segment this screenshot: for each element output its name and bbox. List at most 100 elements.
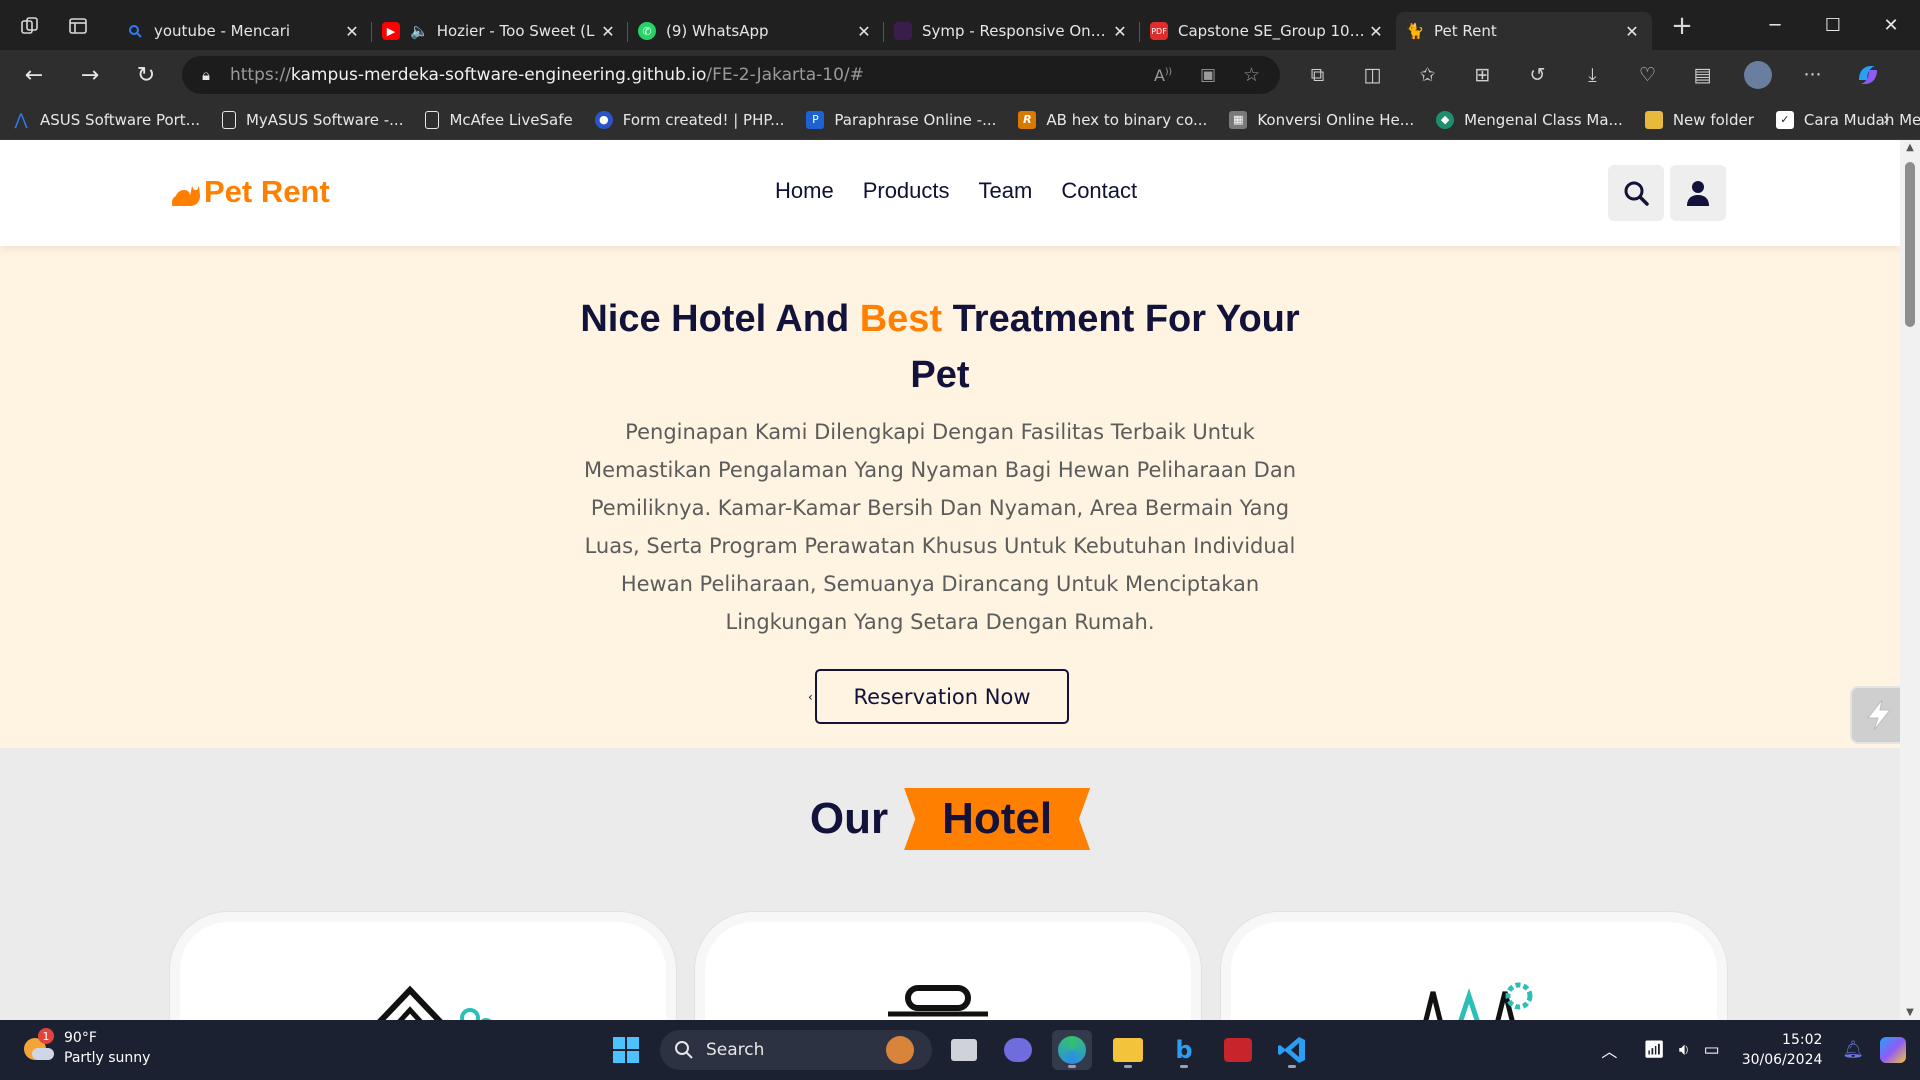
bookmark-label: Mengenal Class Ma...	[1464, 110, 1623, 129]
close-tab-icon[interactable]: ✕	[342, 22, 362, 41]
address-input[interactable]: 🔒︎ https://kampus-merdeka-software-engin…	[182, 56, 1280, 94]
close-window-icon[interactable]: ✕	[1862, 0, 1920, 50]
bookmark-item[interactable]: ✓ Cara Mudah Memb...	[1775, 110, 1920, 129]
weather-widget[interactable]: 1 90°F Partly sunny	[22, 1028, 150, 1068]
close-tab-icon[interactable]: ✕	[598, 22, 618, 41]
browser-tab[interactable]: youtube - Mencari ✕	[116, 12, 372, 50]
bookmark-label: Konversi Online He...	[1257, 110, 1415, 129]
reservation-button[interactable]: Reservation Now	[815, 669, 1069, 724]
nav-products[interactable]: Products	[863, 178, 950, 204]
split-screen-icon[interactable]: ◫	[1345, 50, 1400, 100]
bookmark-item[interactable]: ⋀ ASUS Software Port...	[12, 110, 200, 129]
hotel-section: Our Hotel	[0, 748, 1900, 1020]
user-button[interactable]	[1670, 165, 1726, 221]
cat-logo-icon	[172, 186, 200, 207]
hotel-card[interactable]	[170, 912, 676, 1020]
tab-actions-icon[interactable]	[60, 8, 96, 44]
more-options-icon[interactable]: ···	[1785, 50, 1840, 100]
clock-time: 15:02	[1782, 1032, 1823, 1048]
workspaces-icon[interactable]	[12, 8, 48, 44]
favorite-star-icon[interactable]: ☆	[1243, 64, 1260, 86]
maximize-icon[interactable]: ☐	[1804, 0, 1862, 50]
sidebar-toggle-icon[interactable]: ▤	[1675, 50, 1730, 100]
bookmark-item[interactable]: P Paraphrase Online -...	[806, 110, 996, 129]
edge-icon[interactable]	[1052, 1030, 1092, 1070]
bookmark-item[interactable]: ▦ Konversi Online He...	[1229, 110, 1415, 129]
grooming-tools-icon	[1423, 982, 1533, 1020]
brand-logo[interactable]: Pet Rent	[170, 174, 330, 210]
favorites-icon[interactable]: ✩	[1400, 50, 1455, 100]
immersive-reader-icon[interactable]: ▣	[1200, 65, 1216, 85]
nav-team[interactable]: Team	[979, 178, 1033, 204]
show-hidden-icons-chevron-icon[interactable]: ︿	[1601, 1038, 1617, 1062]
close-tab-icon[interactable]: ✕	[1366, 22, 1386, 41]
tab-label: Pet Rent	[1434, 22, 1497, 40]
browser-tab-bar: youtube - Mencari ✕ ▶ 🔈 Hozier - Too Swe…	[0, 0, 1920, 50]
extensions-icon[interactable]: ⧉	[1290, 50, 1345, 100]
search-icon	[1624, 181, 1649, 206]
mendeley-icon[interactable]	[1218, 1030, 1258, 1070]
forward-icon[interactable]: →	[62, 50, 118, 100]
copilot-icon[interactable]	[1840, 50, 1895, 100]
back-icon[interactable]: ←	[6, 50, 62, 100]
bookmark-item[interactable]: R AB hex to binary co...	[1018, 110, 1207, 129]
refresh-icon[interactable]: ↻	[118, 50, 174, 100]
browser-essentials-icon[interactable]: ♡	[1620, 50, 1675, 100]
page-icon	[221, 110, 236, 129]
hero-description: Penginapan Kami Dilengkapi Dengan Fasili…	[583, 420, 1297, 634]
file-explorer-icon[interactable]	[1108, 1030, 1148, 1070]
wifi-icon[interactable]: 📶︎	[1643, 1040, 1665, 1060]
hotel-card[interactable]	[1221, 912, 1727, 1020]
bookmark-label: McAfee LiveSafe	[449, 110, 573, 129]
paraphrase-icon: P	[806, 110, 825, 129]
more-bookmarks-chevron-icon[interactable]: ›	[1883, 109, 1890, 130]
copilot-taskbar-icon[interactable]	[1880, 1037, 1906, 1063]
nav-home[interactable]: Home	[775, 178, 834, 204]
start-button[interactable]	[606, 1030, 646, 1070]
browser-tab-active[interactable]: 🐈 Pet Rent ✕	[1396, 12, 1652, 50]
profile-avatar-icon[interactable]	[1730, 50, 1785, 100]
speaker-icon[interactable]: 🔈	[410, 22, 429, 40]
browser-tab[interactable]: PDF Capstone SE_Group 10_Se ✕	[1140, 12, 1396, 50]
task-view-icon[interactable]	[944, 1030, 984, 1070]
page-scrollbar[interactable]: ▲ ▼	[1900, 140, 1920, 1020]
bookmarks-bar: ⋀ ASUS Software Port... MyASUS Software -…	[0, 100, 1920, 140]
bookmark-item[interactable]: MyASUS Software -...	[221, 110, 403, 129]
battery-icon[interactable]: ▭	[1704, 1040, 1720, 1060]
bookmark-item[interactable]: New folder	[1644, 110, 1754, 129]
taskbar-search[interactable]: Search	[660, 1030, 932, 1070]
browser-tab[interactable]: ✆ (9) WhatsApp ✕	[628, 12, 884, 50]
minimize-icon[interactable]: ─	[1746, 0, 1804, 50]
new-tab-icon[interactable]: +	[1664, 8, 1700, 44]
bookmark-item[interactable]: ● Form created! | PHP...	[594, 110, 784, 129]
bookmark-item[interactable]: ◆ Mengenal Class Ma...	[1436, 110, 1623, 129]
scroll-up-icon[interactable]: ▲	[1904, 142, 1916, 153]
close-tab-icon[interactable]: ✕	[1622, 22, 1642, 41]
downloads-icon[interactable]: ⤓	[1565, 50, 1620, 100]
notification-bell-icon[interactable]: 🔔︎	[1842, 1040, 1864, 1060]
browser-tab[interactable]: ▶ 🔈 Hozier - Too Sweet (L ✕	[372, 12, 628, 50]
hotel-card[interactable]	[695, 912, 1201, 1020]
volume-icon[interactable]: 🔉︎	[1679, 1040, 1690, 1060]
vscode-icon[interactable]	[1272, 1030, 1312, 1070]
clock[interactable]: 15:02 30/06/2024	[1742, 1030, 1823, 1070]
browser-tab[interactable]: Symp - Responsive One Pa ✕	[884, 12, 1140, 50]
search-button[interactable]	[1608, 165, 1664, 221]
bing-icon[interactable]: b	[1164, 1030, 1204, 1070]
floating-tool-button[interactable]	[1850, 686, 1900, 744]
close-tab-icon[interactable]: ✕	[854, 22, 874, 41]
whatsapp-icon: ✆	[638, 22, 656, 40]
teams-chat-icon[interactable]	[998, 1030, 1038, 1070]
collections-icon[interactable]: ⊞	[1455, 50, 1510, 100]
read-aloud-icon[interactable]: A))	[1154, 66, 1172, 85]
lock-icon[interactable]: 🔒︎	[202, 66, 210, 84]
scroll-down-icon[interactable]: ▼	[1904, 1007, 1916, 1018]
close-tab-icon[interactable]: ✕	[1110, 22, 1130, 41]
bookmark-item[interactable]: McAfee LiveSafe	[425, 110, 573, 129]
section-title: Our Hotel	[0, 788, 1900, 850]
user-icon	[1687, 181, 1709, 206]
nav-contact[interactable]: Contact	[1061, 178, 1137, 204]
brand-name: Pet Rent	[204, 174, 330, 209]
history-icon[interactable]: ↺	[1510, 50, 1565, 100]
scrollbar-thumb[interactable]	[1905, 162, 1915, 327]
